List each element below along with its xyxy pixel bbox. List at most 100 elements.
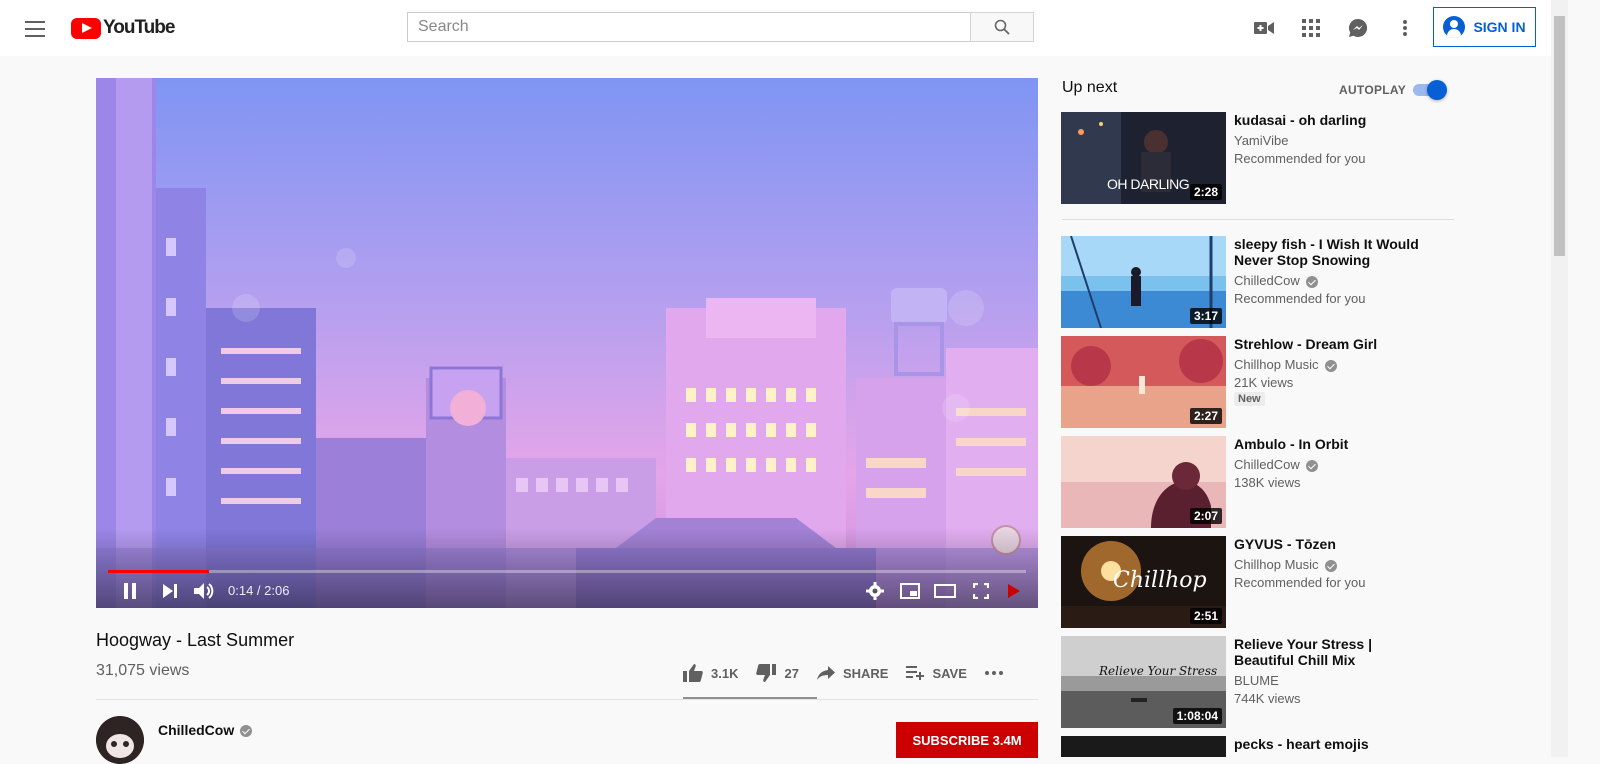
youtube-play-icon	[71, 17, 101, 39]
video-thumbnail[interactable]: Relieve Your Stress 1:08:04	[1061, 636, 1226, 728]
more-horizontal-icon	[984, 671, 1003, 675]
fullscreen-button[interactable]	[969, 578, 993, 604]
next-icon	[163, 584, 177, 598]
up-next-separator	[1062, 219, 1454, 220]
video-duration: 2:27	[1189, 408, 1222, 424]
video-card[interactable]: 3:17 sleepy fish - I Wish It Would Never…	[1061, 236, 1461, 328]
masthead: YouTube SIGN IN	[0, 0, 1568, 56]
up-next-heading: Up next	[1062, 79, 1118, 96]
youtube-logo-icon	[1008, 584, 1020, 598]
video-title[interactable]: Strehlow - Dream Girl	[1234, 336, 1434, 352]
playlist-add-icon	[906, 666, 925, 680]
more-options-icon[interactable]	[1393, 16, 1417, 40]
search-icon	[994, 19, 1010, 35]
video-duration: 2:28	[1189, 184, 1222, 200]
autoplay-toggle[interactable]	[1411, 80, 1447, 100]
channel-name[interactable]: ChilledCow	[1234, 272, 1318, 290]
youtube-logo[interactable]: YouTube	[71, 17, 175, 39]
progress-bar[interactable]	[108, 570, 1026, 573]
video-title: Hoogway - Last Summer	[96, 630, 295, 650]
scrollbar-thumb[interactable]	[1554, 16, 1565, 256]
channel-name[interactable]: ChilledCow	[158, 722, 253, 738]
dislike-button[interactable]: 27	[756, 664, 799, 682]
channel-name[interactable]: BLUME	[1234, 672, 1279, 690]
fullscreen-icon	[973, 583, 989, 599]
verified-icon	[240, 725, 253, 738]
share-icon	[816, 666, 835, 680]
video-meta: Recommended for you	[1234, 151, 1366, 166]
pause-icon	[124, 583, 136, 599]
account-icon	[1443, 16, 1466, 38]
volume-button[interactable]	[192, 578, 216, 604]
channel-name[interactable]: Chillhop Music	[1234, 556, 1337, 574]
video-card[interactable]: 2:27 Strehlow - Dream Girl Chillhop Musi…	[1061, 336, 1461, 428]
video-title[interactable]: Ambulo - In Orbit	[1234, 436, 1434, 452]
gear-icon	[866, 582, 884, 600]
video-card[interactable]: pecks - heart emojis	[1061, 736, 1461, 757]
divider	[96, 699, 1038, 700]
save-button[interactable]: SAVE	[906, 665, 967, 681]
verified-icon	[1305, 275, 1318, 288]
video-meta: Recommended for you	[1234, 575, 1366, 590]
volume-icon	[194, 583, 214, 599]
search-box[interactable]	[407, 12, 971, 42]
video-title[interactable]: pecks - heart emojis	[1234, 736, 1434, 752]
channel-name-text: Chillhop Music	[1234, 557, 1319, 572]
pause-button[interactable]	[118, 578, 142, 604]
up-next-video-card[interactable]: OH DARLING 2:28 kudasai - oh darling Yam…	[1061, 112, 1461, 204]
like-count: 3.1K	[711, 665, 739, 681]
hamburger-menu-icon[interactable]	[22, 16, 48, 40]
video-thumbnail[interactable]: 2:27	[1061, 336, 1226, 428]
create-video-icon[interactable]	[1252, 16, 1276, 40]
theater-mode-button[interactable]	[933, 578, 957, 604]
played-bar	[108, 570, 209, 573]
channel-name[interactable]: YamiVibe	[1234, 132, 1288, 150]
next-button[interactable]	[158, 578, 182, 604]
channel-name-text: Chillhop Music	[1234, 357, 1319, 372]
youtube-watch-button[interactable]	[1001, 578, 1025, 604]
miniplayer-button[interactable]	[898, 578, 922, 604]
video-card[interactable]: Chillhop 2:51 GYVUS - Tōzen Chillhop Mus…	[1061, 536, 1461, 628]
video-player[interactable]: 0:14 / 2:06	[96, 78, 1038, 608]
thumbnail-text: Relieve Your Stress	[1099, 664, 1218, 678]
save-label: SAVE	[932, 665, 967, 681]
autoplay-label: AUTOPLAY	[1339, 83, 1407, 97]
channel-name[interactable]: ChilledCow	[1234, 456, 1318, 474]
video-meta: 744K views	[1234, 691, 1301, 706]
video-thumbnail[interactable]: OH DARLING 2:28	[1061, 112, 1226, 204]
channel-name[interactable]: Chillhop Music	[1234, 356, 1337, 374]
video-card[interactable]: 2:07 Ambulo - In Orbit ChilledCow 138K v…	[1061, 436, 1461, 528]
like-button[interactable]: 3.1K	[683, 664, 738, 682]
verified-icon	[1324, 359, 1337, 372]
video-thumbnail[interactable]: 2:07	[1061, 436, 1226, 528]
video-duration: 2:51	[1189, 608, 1222, 624]
messages-icon[interactable]	[1346, 16, 1370, 40]
logo-text: YouTube	[103, 17, 175, 38]
more-actions-button[interactable]	[984, 671, 1011, 675]
video-title[interactable]: GYVUS - Tōzen	[1234, 536, 1434, 552]
sign-in-button[interactable]: SIGN IN	[1433, 7, 1536, 47]
search-button[interactable]	[970, 12, 1034, 42]
video-card[interactable]: Relieve Your Stress 1:08:04 Relieve Your…	[1061, 636, 1461, 728]
video-title[interactable]: Relieve Your Stress | Beautiful Chill Mi…	[1234, 636, 1434, 668]
search-input[interactable]	[408, 13, 968, 41]
video-thumbnail[interactable]: Chillhop 2:51	[1061, 536, 1226, 628]
new-badge: New	[1234, 392, 1265, 406]
view-count: 31,075 views	[96, 662, 190, 679]
miniplayer-icon	[900, 583, 920, 599]
video-title[interactable]: sleepy fish - I Wish It Would Never Stop…	[1234, 236, 1434, 268]
subscribe-button[interactable]: SUBSCRIBE 3.4M	[896, 722, 1038, 758]
toggle-knob	[1427, 80, 1447, 100]
video-thumbnail[interactable]	[1061, 736, 1226, 757]
video-duration: 3:17	[1189, 308, 1222, 324]
video-meta: Recommended for you	[1234, 291, 1366, 306]
video-thumbnail[interactable]: 3:17	[1061, 236, 1226, 328]
share-button[interactable]: SHARE	[816, 666, 888, 681]
video-title[interactable]: kudasai - oh darling	[1234, 112, 1434, 128]
thumbs-up-icon	[683, 664, 703, 682]
theater-icon	[934, 584, 956, 598]
verified-icon	[1324, 559, 1337, 572]
settings-button[interactable]	[863, 578, 887, 604]
apps-grid-icon[interactable]	[1299, 16, 1323, 40]
page-scrollbar[interactable]	[1551, 0, 1568, 757]
